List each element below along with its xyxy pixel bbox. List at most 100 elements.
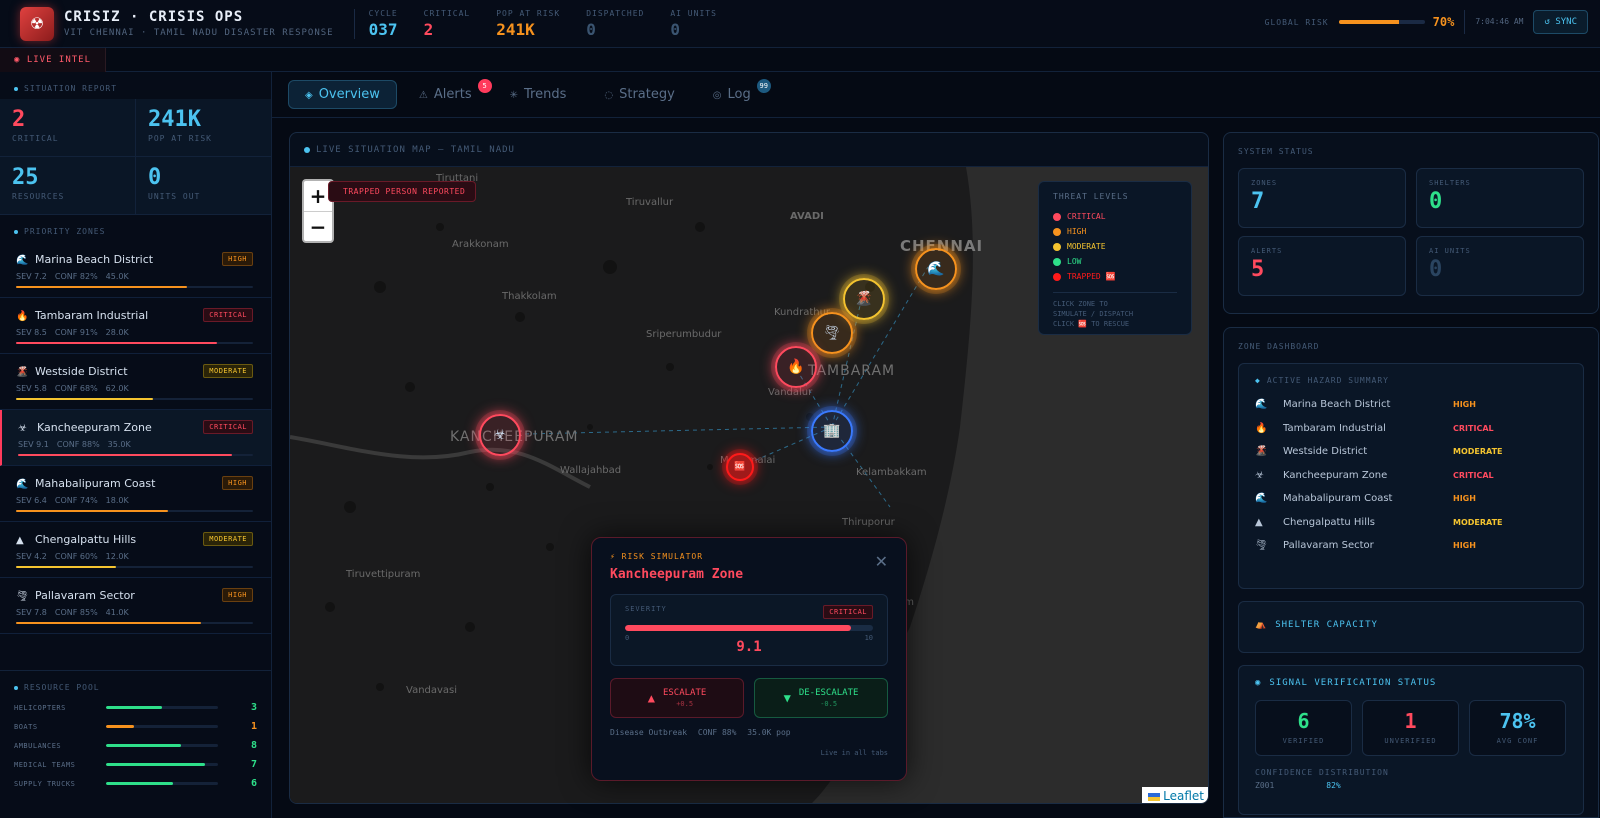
tab-log[interactable]: ◎ Log 99 — [697, 79, 771, 108]
zone-name: 🔥 Tambaram Industrial — [16, 309, 148, 322]
escalate-text: ESCALATE +0.5 — [663, 688, 706, 708]
header-stat: DISPATCHED 0 — [586, 9, 644, 39]
wave-icon[interactable]: 🌊 — [915, 248, 957, 290]
priority-zone-item[interactable]: 🌊 Mahabalipuram Coast HIGH SEV 6.4 CONF 74% 1… — [0, 466, 271, 522]
deescalate-button[interactable]: ▼ DE-ESCALATE -0.5 — [754, 678, 888, 718]
biohazard-icon[interactable]: ☣ — [479, 414, 521, 456]
tab-alerts[interactable]: ⚠ Alerts 5 — [403, 79, 492, 108]
priority-zone-item[interactable]: 🔥 Tambaram Industrial CRITICAL SEV 8.5 CONF … — [0, 298, 271, 354]
zone-name-text: Westside District — [35, 364, 128, 378]
status-badge: HIGH — [222, 252, 253, 266]
tab-count-badge: 99 — [756, 79, 771, 93]
escalate-button[interactable]: ▲ ESCALATE +0.5 — [610, 678, 744, 718]
flag-icon — [1148, 792, 1161, 801]
priority-zone-list: 🌊 Marina Beach District HIGH SEV 7.2 CONF 82… — [0, 242, 271, 634]
hazard-row[interactable]: ☣ Kancheepuram Zone CRITICAL — [1255, 464, 1567, 488]
situation-stat: 241K POP AT RISK — [136, 99, 272, 157]
shelter-capacity-section[interactable]: ⛺ SHELTER CAPACITY — [1238, 601, 1584, 653]
cyclone-icon[interactable]: 🌪 — [811, 312, 853, 354]
stat-label: POP AT RISK — [496, 8, 561, 18]
fire-icon[interactable]: 🔥 — [775, 346, 817, 388]
header-stat: CYCLE 037 — [369, 9, 398, 39]
zone-population: 62.0K — [105, 384, 129, 393]
hazard-row[interactable]: 🌊 Marina Beach District HIGH — [1255, 393, 1567, 417]
shelter-icon: ⛺ — [1255, 620, 1268, 630]
active-hazard-summary: ◆ ACTIVE HAZARD SUMMARY 🌊 Marina Beach Dis… — [1238, 363, 1584, 589]
signal-stat-label: AVG CONF — [1496, 737, 1539, 745]
global-risk-label: GLOBAL RISK — [1264, 17, 1329, 27]
threat-legend: THREAT LEVELS CRITICAL HIGH MODERATE LOW TRA… — [1038, 181, 1192, 335]
sync-button[interactable]: ↺ SYNC — [1533, 10, 1588, 34]
resource-row: AMBULANCES 8 — [0, 736, 271, 755]
tab-count-badge: 5 — [477, 79, 492, 93]
situation-label: POP AT RISK — [148, 134, 212, 143]
tab-trends[interactable]: ✳ Trends — [494, 81, 583, 108]
resource-bar — [106, 782, 218, 785]
legend-title: THREAT LEVELS — [1053, 192, 1129, 201]
sos-icon[interactable]: 🆘 — [726, 453, 754, 481]
signal-verification-header: ◉ SIGNAL VERIFICATION STATUS — [1255, 678, 1567, 688]
zone-severity-bar — [16, 342, 253, 344]
status-badge: HIGH — [222, 588, 253, 602]
legend-item: LOW — [1053, 254, 1177, 269]
priority-zone-item[interactable]: ☣ Kancheepuram Zone CRITICAL SEV 9.1 CONF 88… — [0, 410, 271, 466]
tab-strategy[interactable]: ◌ Strategy — [588, 81, 690, 108]
hazard-row[interactable]: 🌋 Westside District MODERATE — [1255, 440, 1567, 464]
priority-zones-title: PRIORITY ZONES — [24, 227, 106, 236]
close-icon[interactable]: ✕ — [875, 552, 888, 571]
stat-value: 037 — [368, 19, 398, 39]
priority-zone-item[interactable]: 🌋 Westside District MODERATE SEV 5.8 CONF 68… — [0, 354, 271, 410]
hazard-row[interactable]: 🔥 Tambaram Industrial CRITICAL — [1255, 417, 1567, 441]
priority-zone-item[interactable]: 🌪 Pallavaram Sector HIGH SEV 7.8 CONF 85% 41.… — [0, 578, 271, 634]
hazard-list: 🌊 Marina Beach District HIGH 🔥 Tambaram Indu… — [1255, 393, 1567, 558]
system-stat-value: 0 — [1429, 257, 1443, 282]
zone-header: 🌋 Westside District MODERATE — [16, 364, 253, 378]
priority-zone-item[interactable]: ▲ Chengalpattu Hills MODERATE SEV 4.2 CONF 6… — [0, 522, 271, 578]
live-intel-tab[interactable]: ◉ LIVE INTEL — [0, 48, 107, 72]
zone-name-text: Chengalpattu Hills — [35, 532, 137, 546]
stat-label: AI UNITS — [670, 8, 717, 18]
signal-grid: 6 VERIFIED 1 UNVERIFIED 78% AVG CONF — [1255, 700, 1567, 756]
tab-label: Log — [727, 87, 751, 102]
resource-row: HELICOPTERS 3 — [0, 698, 271, 717]
situation-label: UNITS OUT — [148, 192, 201, 201]
hazard-row[interactable]: ▲ Chengalpattu Hills MODERATE — [1255, 511, 1567, 535]
legend-dot — [1053, 212, 1061, 221]
hazard-row[interactable]: 🌪 Pallavaram Sector HIGH — [1255, 534, 1567, 558]
severity-fill — [625, 625, 851, 631]
resource-count: 1 — [250, 721, 257, 732]
hazard-name: Pallavaram Sector — [1283, 540, 1374, 552]
priority-zone-item[interactable]: 🌊 Marina Beach District HIGH SEV 7.2 CONF 82… — [0, 242, 271, 298]
system-status-panel: SYSTEM STATUS ZONES 7 SHELTERS 0 ALERTS 5 AI U… — [1223, 132, 1599, 314]
trapped-alert-banner[interactable]: TRAPPED PERSON REPORTED — [328, 181, 477, 202]
tab-icon: ✳ — [509, 90, 518, 101]
system-stat-label: ALERTS — [1251, 247, 1283, 255]
zone-meta: SEV 8.5 CONF 91% 28.0K — [16, 328, 253, 337]
resource-bar — [106, 706, 218, 709]
status-badge: CRITICAL — [203, 308, 253, 322]
building-collapse-icon[interactable]: 🌋 — [843, 278, 885, 320]
zone-severity-fill — [16, 622, 201, 624]
zoom-out-button[interactable]: − — [304, 211, 332, 241]
zone-confidence: CONF 91% — [54, 328, 98, 337]
zone-population: 45.0K — [105, 272, 129, 281]
legend-label: TRAPPED 🆘 — [1067, 272, 1116, 281]
signal-stat-label: UNVERIFIED — [1384, 737, 1437, 745]
radar-icon: ◉ — [1255, 678, 1262, 688]
header-stats: CYCLE 037 CRITICAL 2 POP AT RISK 241K DISPATCH… — [353, 8, 743, 39]
status-badge: CRITICAL — [203, 420, 253, 434]
severity-slider[interactable] — [625, 625, 873, 631]
zone-severity-bar — [16, 510, 253, 512]
hazard-row[interactable]: 🌊 Mahabalipuram Coast HIGH — [1255, 487, 1567, 511]
legend-label: LOW — [1067, 257, 1082, 266]
legend-note-line: CLICK ZONE TO — [1053, 300, 1108, 308]
cyclone-icon: 🌪 — [1255, 540, 1268, 552]
system-stat-value: 5 — [1251, 257, 1265, 282]
building-icon[interactable]: 🏢 — [811, 410, 853, 452]
leaflet-attribution[interactable]: Leaflet — [1142, 787, 1208, 803]
simulator-buttons: ▲ ESCALATE +0.5 ▼ DE-ESCALATE -0.5 — [610, 678, 888, 718]
signal-stat-card: 1 UNVERIFIED — [1362, 700, 1459, 756]
hazard-level: CRITICAL — [1453, 423, 1494, 433]
tab-overview[interactable]: ◈ Overview — [288, 80, 397, 109]
legend-label: CRITICAL — [1067, 212, 1106, 221]
